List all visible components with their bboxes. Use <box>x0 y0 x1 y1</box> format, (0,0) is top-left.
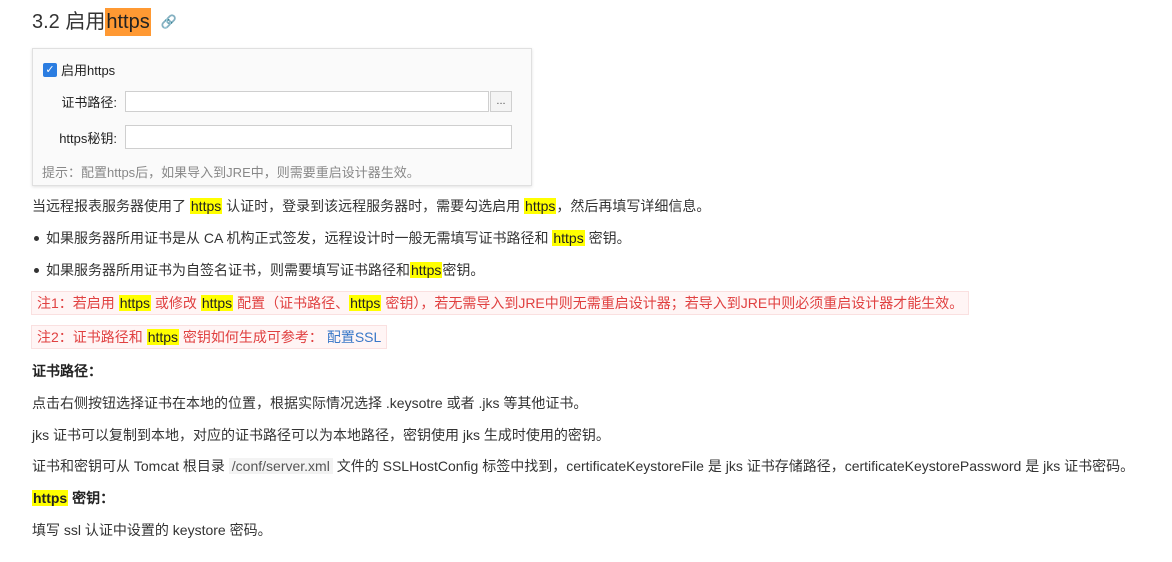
keyword-highlight: https <box>349 295 382 311</box>
https-secret-label: https秘钥: <box>59 130 117 146</box>
text: 密钥。 <box>442 262 485 278</box>
section-heading: 3.2 启用 https 🔗 <box>32 8 177 36</box>
text: 密钥。 <box>584 230 631 246</box>
configure-ssl-link[interactable]: 配置SSL <box>327 329 381 345</box>
enable-https-checkbox-row[interactable]: ✓ 启用https <box>43 60 115 79</box>
text: 文件的 SSLHostConfig 标签中找到，certificateKeyst… <box>332 458 1135 474</box>
text: 如果服务器所用证书为自签名证书，则需要填写证书路径和 <box>46 262 410 278</box>
note-1: 注1：若启用 https 或修改 https 配置（证书路径、https 密钥）… <box>31 291 970 315</box>
text: 如果服务器所用证书是从 CA 机构正式签发，远程设计时一般无需填写证书路径和 <box>46 230 553 246</box>
keyword-highlight: https <box>146 329 180 345</box>
text: ，然后再填写详细信息。 <box>556 198 711 214</box>
list-item: 如果服务器所用证书是从 CA 机构正式签发，远程设计时一般无需填写证书路径和 h… <box>34 228 631 248</box>
keyword-highlight: https <box>32 490 69 506</box>
keyword-highlight: https <box>118 295 152 311</box>
text: 证书和密钥可从 Tomcat 根目录 <box>32 458 229 474</box>
text: 密钥如何生成可参考： <box>179 329 323 345</box>
text: 或修改 <box>151 295 201 311</box>
code-path: /conf/server.xml <box>228 458 333 474</box>
list-item: 如果服务器所用证书为自签名证书，则需要填写证书路径和https密钥。 <box>33 260 485 280</box>
paragraph-keystore: 填写 ssl 认证中设置的 keystore 密码。 <box>32 522 272 538</box>
browse-button[interactable]: ... <box>490 91 512 112</box>
panel-hint: 提示：配置https后，如果导入到JRE中，则需要重启设计器生效。 <box>42 165 420 180</box>
cert-path-label: 证书路径: <box>61 95 117 110</box>
cert-path-heading: 证书路径： <box>32 363 102 379</box>
text: 注2：证书路径和 <box>37 329 147 345</box>
link-icon[interactable]: 🔗 <box>161 8 177 36</box>
heading-highlight: https <box>105 8 151 36</box>
https-settings-panel: ✓ 启用https 证书路径: ... https秘钥: 提示：配置https后… <box>32 48 532 186</box>
keyword-highlight: https <box>552 230 585 246</box>
https-secret-row: https秘钥: <box>33 125 512 149</box>
text: 密钥： <box>68 490 115 506</box>
keyword-highlight: https <box>189 198 223 214</box>
cert-path-input[interactable] <box>125 91 489 112</box>
checkbox-checked-icon[interactable]: ✓ <box>43 62 57 77</box>
https-secret-input[interactable] <box>125 125 512 149</box>
cert-path-row: 证书路径: ... <box>33 91 512 112</box>
keyword-highlight: https <box>200 295 234 311</box>
paragraph-jks: jks 证书可以复制到本地，对应的证书路径可以为本地路径，密钥使用 jks 生成… <box>32 427 610 443</box>
paragraph-server-xml: 证书和密钥可从 Tomcat 根目录 /conf/server.xml 文件的 … <box>32 456 1134 476</box>
text: 认证时，登录到该远程服务器时，需要勾选启用 <box>222 198 525 214</box>
paragraph-cert-select: 点击右侧按钮选择证书在本地的位置，根据实际情况选择 .keysotre 或者 .… <box>32 395 588 411</box>
https-key-heading: https 密钥： <box>32 488 114 508</box>
text: 密钥），若无需导入到JRE中则无需重启设计器；若导入到JRE中则必须重启设计器才… <box>381 295 964 311</box>
heading-prefix: 3.2 启用 <box>32 11 106 33</box>
text: 注1：若启用 <box>37 295 119 311</box>
text: 配置（证书路径、 <box>233 295 350 311</box>
note-2: 注2：证书路径和 https 密钥如何生成可参考： 配置SSL <box>31 325 388 349</box>
text: 当远程报表服务器使用了 <box>32 198 190 214</box>
keyword-highlight: https <box>524 198 557 214</box>
enable-https-label: 启用https <box>61 63 116 78</box>
keyword-highlight: https <box>410 262 443 278</box>
paragraph-intro: 当远程报表服务器使用了 https 认证时，登录到该远程服务器时，需要勾选启用 … <box>32 196 710 216</box>
